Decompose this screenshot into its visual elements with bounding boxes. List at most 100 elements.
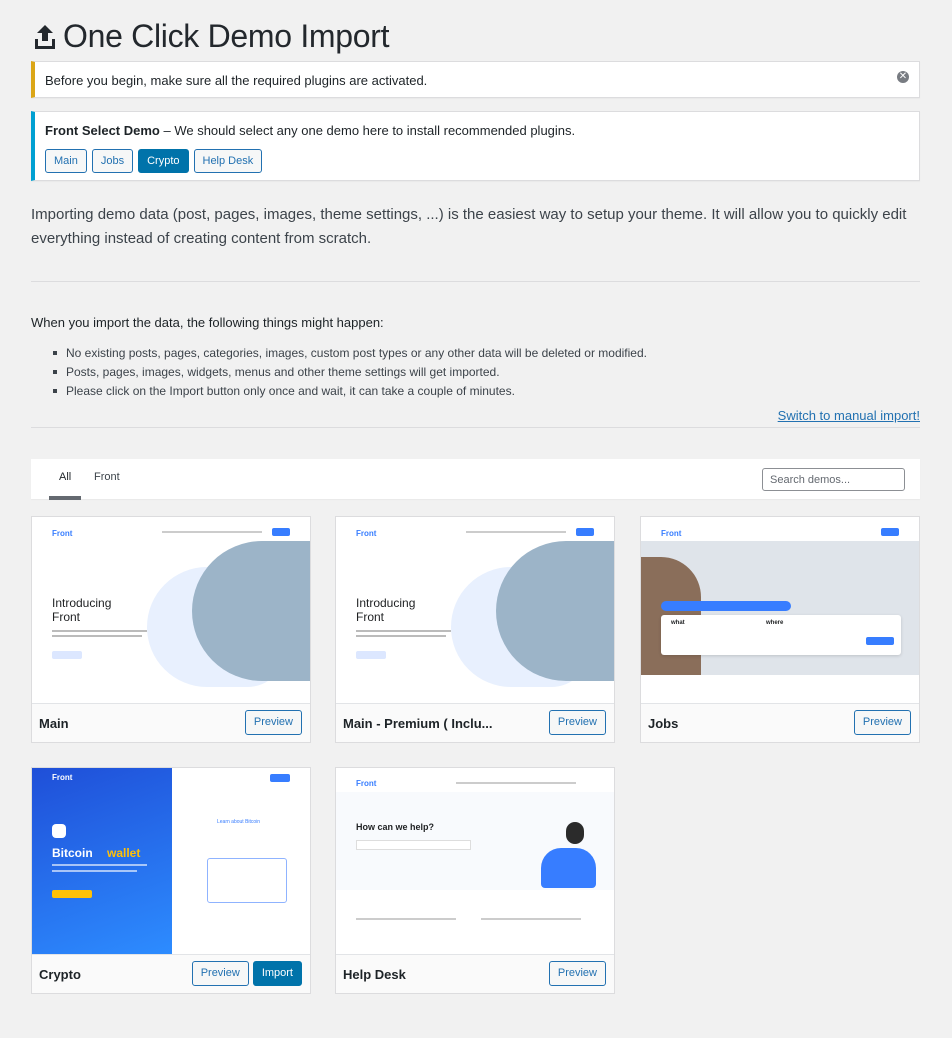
nav-button <box>881 528 899 536</box>
hero-button <box>52 890 92 898</box>
nav-links <box>456 782 576 784</box>
card-actions: Preview <box>853 710 911 735</box>
hero-text <box>52 630 147 632</box>
preview-button[interactable]: Preview <box>191 961 249 986</box>
manual-import-link[interactable]: Switch to manual import! <box>778 408 920 423</box>
demo-card-help-desk: Front How can we help? Help Desk Preview <box>335 767 615 994</box>
front-logo: Front <box>356 779 377 788</box>
demo-button-crypto[interactable]: Crypto <box>138 149 189 173</box>
demo-screenshot[interactable]: Front Bitcoin wallet Learn about Bitcoin <box>32 768 310 954</box>
demo-screenshot[interactable]: Front How can we help? <box>336 768 614 954</box>
demo-screenshot[interactable]: Front what where <box>641 517 919 703</box>
front-logo: Front <box>52 773 73 782</box>
happen-title: When you import the data, the following … <box>31 315 384 330</box>
what-label: what <box>671 620 685 626</box>
where-label: where <box>766 620 784 626</box>
demo-name: Main <box>39 716 69 731</box>
divider <box>31 427 920 428</box>
demo-button-main[interactable]: Main <box>45 149 87 173</box>
demo-filter-bar: All Front <box>31 459 920 500</box>
illustration-person <box>541 848 596 888</box>
nav-links <box>466 531 566 533</box>
hero-heading-2: Front <box>52 610 81 624</box>
nav-button <box>576 528 594 536</box>
card-footer: Jobs Preview <box>641 703 919 742</box>
demo-button-jobs[interactable]: Jobs <box>91 149 134 173</box>
demo-name: Crypto <box>39 967 81 982</box>
list-item: Please click on the Import button only o… <box>53 382 647 401</box>
illustration <box>207 858 287 903</box>
hero-heading-1: Bitcoin <box>52 846 93 860</box>
help-heading: How can we help? <box>356 822 435 832</box>
find-jobs-button <box>866 637 894 645</box>
card-footer: Help Desk Preview <box>336 954 614 993</box>
notice-message: Front Select Demo – We should select any… <box>45 123 575 138</box>
hero-heading-1: Introducing <box>356 596 416 610</box>
required-plugins-notice: Before you begin, make sure all the requ… <box>31 61 920 98</box>
front-logo: Front <box>356 529 377 538</box>
card-actions: Preview Import <box>191 961 302 986</box>
preview-button[interactable]: Preview <box>244 710 302 735</box>
close-icon[interactable]: ✕ <box>897 71 909 83</box>
card-footer: Crypto Preview Import <box>32 954 310 993</box>
notice-strong: Front Select Demo <box>45 123 160 138</box>
topic-text <box>481 918 581 920</box>
intro-text: Importing demo data (post, pages, images… <box>31 206 907 247</box>
illustration-head <box>566 822 584 844</box>
happen-list: No existing posts, pages, categories, im… <box>53 344 647 401</box>
demo-card-main-premium: Front Introducing Front Main - Premium (… <box>335 516 615 743</box>
hero-text <box>52 870 137 872</box>
hero-heading-2: Front <box>356 610 385 624</box>
hero-text <box>356 635 446 637</box>
demo-screenshot[interactable]: Front Introducing Front <box>32 517 310 703</box>
search-demos-input[interactable] <box>762 468 905 491</box>
help-search-box <box>356 840 471 850</box>
wallet-icon <box>52 824 66 838</box>
divider <box>31 281 920 282</box>
demo-card-crypto: Front Bitcoin wallet Learn about Bitcoin… <box>31 767 311 994</box>
notice-message: Before you begin, make sure all the requ… <box>45 73 428 88</box>
demo-name: Main - Premium ( Inclu... <box>343 716 493 731</box>
preview-button[interactable]: Preview <box>548 710 606 735</box>
card-footer: Main - Premium ( Inclu... Preview <box>336 703 614 742</box>
card-actions: Preview <box>244 710 302 735</box>
job-search-box: what where <box>661 615 901 655</box>
demo-card-jobs: Front what where Jobs Preview <box>640 516 920 743</box>
list-item: No existing posts, pages, categories, im… <box>53 344 647 363</box>
preview-button[interactable]: Preview <box>548 961 606 986</box>
demo-selector: Main Jobs Crypto Help Desk <box>45 149 263 173</box>
nav-button <box>270 774 290 782</box>
demo-screenshot[interactable]: Front Introducing Front <box>336 517 614 703</box>
card-footer: Main Preview <box>32 703 310 742</box>
hero-heading-1: Introducing <box>52 596 112 610</box>
demo-name: Help Desk <box>343 967 406 982</box>
hero-heading-2: wallet <box>107 846 141 860</box>
select-demo-notice: Front Select Demo – We should select any… <box>31 111 920 181</box>
front-logo: Front <box>661 529 682 538</box>
tab-front[interactable]: Front <box>94 471 120 483</box>
import-button[interactable]: Import <box>252 961 302 986</box>
notice-text: – We should select any one demo here to … <box>159 123 576 138</box>
list-item: Posts, pages, images, widgets, menus and… <box>53 363 647 382</box>
hero-button <box>52 651 82 659</box>
hero-text <box>52 635 142 637</box>
nav-button <box>272 528 290 536</box>
page-heading: One Click Demo Import <box>63 18 390 54</box>
side-heading: Learn about Bitcoin <box>217 819 261 825</box>
topic-text <box>356 918 456 920</box>
preview-button[interactable]: Preview <box>853 710 911 735</box>
demo-button-help-desk[interactable]: Help Desk <box>193 149 263 173</box>
card-actions: Preview <box>548 961 606 986</box>
page-title: One Click Demo Import <box>33 18 390 55</box>
hero-text <box>52 864 147 866</box>
search-banner <box>661 601 791 611</box>
front-logo: Front <box>52 529 73 538</box>
demo-card-main: Front Introducing Front Main Preview <box>31 516 311 743</box>
hero-text <box>356 630 451 632</box>
nav-links <box>162 531 262 533</box>
tab-all[interactable]: All <box>48 471 82 500</box>
demo-name: Jobs <box>648 716 679 731</box>
upload-icon <box>33 23 57 51</box>
hero-button <box>356 651 386 659</box>
card-actions: Preview <box>548 710 606 735</box>
